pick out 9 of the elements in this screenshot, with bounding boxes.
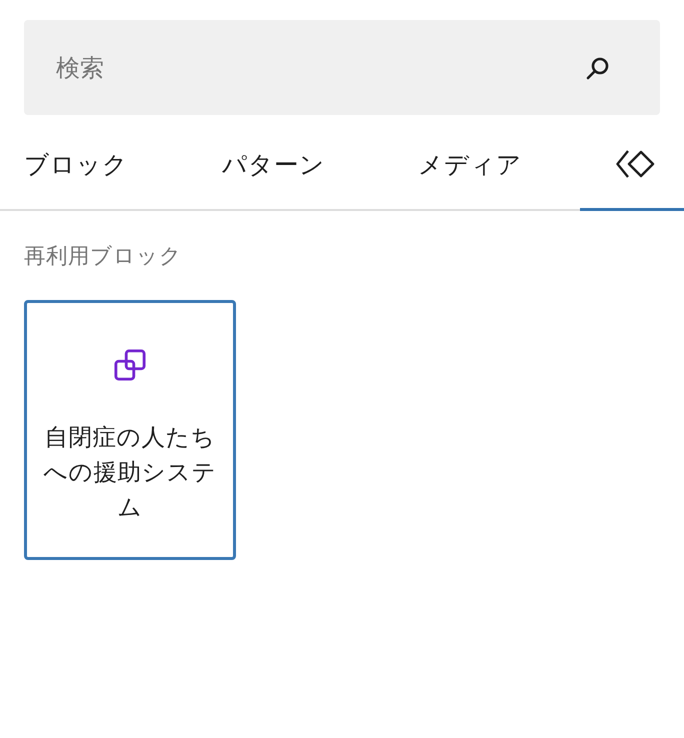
reusable-block-card[interactable]: 自閉症の人たちへの援助システム bbox=[24, 300, 236, 560]
tab[interactable]: メディア bbox=[394, 120, 580, 211]
overlapping-squares-icon bbox=[114, 349, 146, 381]
block-title: 自閉症の人たちへの援助システム bbox=[43, 422, 217, 523]
chevron-diamond-icon bbox=[616, 149, 656, 179]
tab[interactable]: ブロック bbox=[0, 120, 198, 211]
section-heading: 再利用ブロック bbox=[24, 243, 182, 271]
search-field[interactable]: 検索 bbox=[24, 20, 660, 115]
tab[interactable]: パターン bbox=[198, 120, 394, 211]
